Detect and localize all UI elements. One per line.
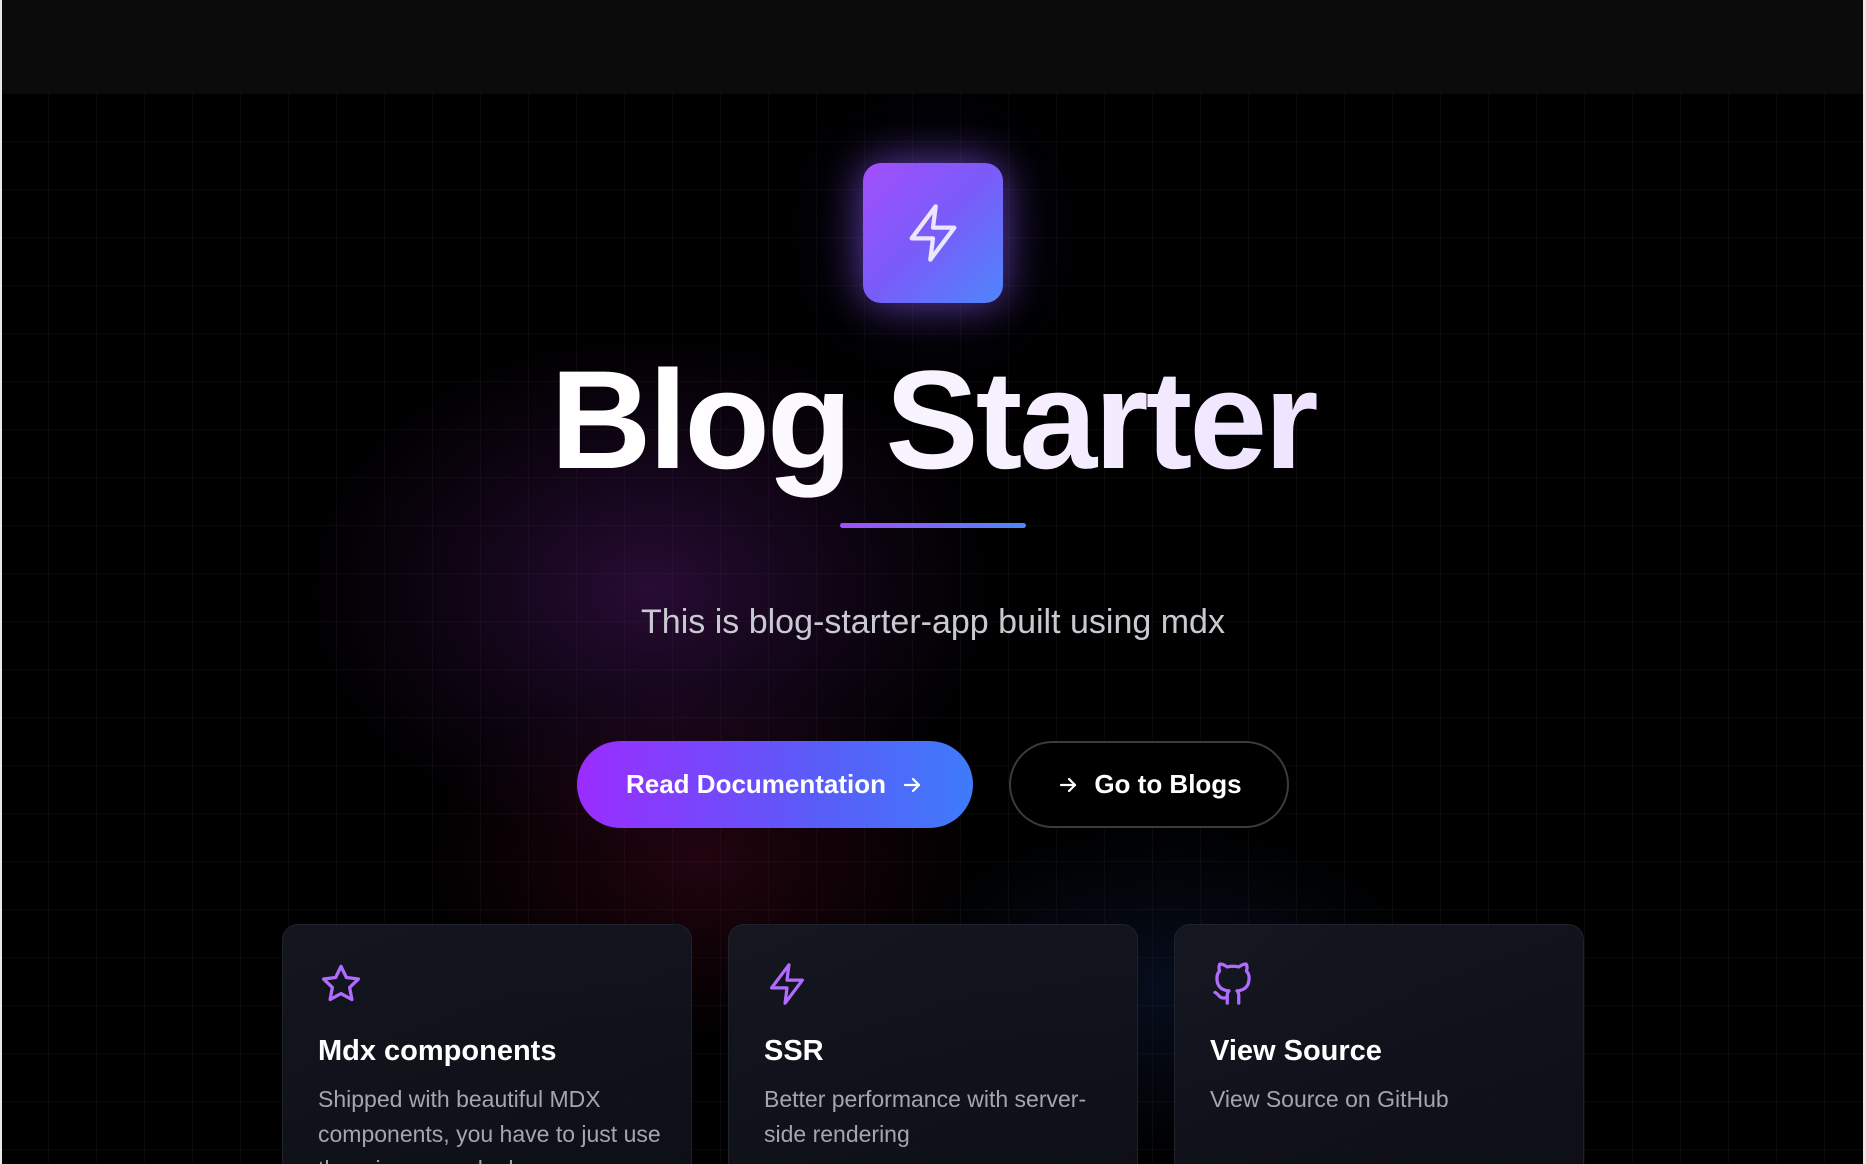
read-documentation-label: Read Documentation — [625, 769, 887, 799]
lightning-bolt-icon — [770, 963, 804, 1005]
arrow-right-icon — [900, 773, 924, 797]
go-to-blogs-button[interactable]: Go to Blogs — [1009, 741, 1289, 828]
feature-card-description: View Source on GitHub — [1210, 1086, 1449, 1112]
feature-card-ssr: SSR Better performance with server-side … — [728, 924, 1138, 1164]
page-title: Blog Starter — [0, 340, 1866, 500]
lightning-bolt-icon — [909, 204, 957, 262]
github-icon — [1213, 962, 1251, 1005]
read-documentation-button[interactable]: Read Documentation — [577, 741, 973, 828]
landing-page: Blog Starter This is blog-starter-app bu… — [0, 0, 1866, 1164]
hero-section: Blog Starter This is blog-starter-app bu… — [0, 0, 1866, 1164]
feature-card-title: Mdx components — [318, 1035, 557, 1067]
window-left-edge — [0, 0, 2, 1164]
title-underline — [840, 523, 1026, 528]
feature-card-mdx-components: Mdx components Shipped with beautiful MD… — [282, 924, 692, 1164]
feature-card-view-source[interactable]: View Source View Source on GitHub — [1174, 924, 1584, 1164]
star-icon — [321, 964, 361, 1002]
go-to-blogs-label: Go to Blogs — [1094, 769, 1242, 799]
page-subtitle: This is blog-starter-app built using mdx — [641, 603, 1225, 641]
top-navigation-bar — [0, 0, 1866, 93]
logo-badge — [863, 163, 1003, 303]
feature-card-description: Shipped with beautiful MDX components, y… — [318, 1086, 661, 1164]
feature-card-description: Better performance with server-side rend… — [764, 1086, 1087, 1147]
feature-card-title: View Source — [1210, 1035, 1382, 1067]
feature-card-title: SSR — [764, 1035, 824, 1067]
arrow-right-icon — [1056, 773, 1080, 797]
